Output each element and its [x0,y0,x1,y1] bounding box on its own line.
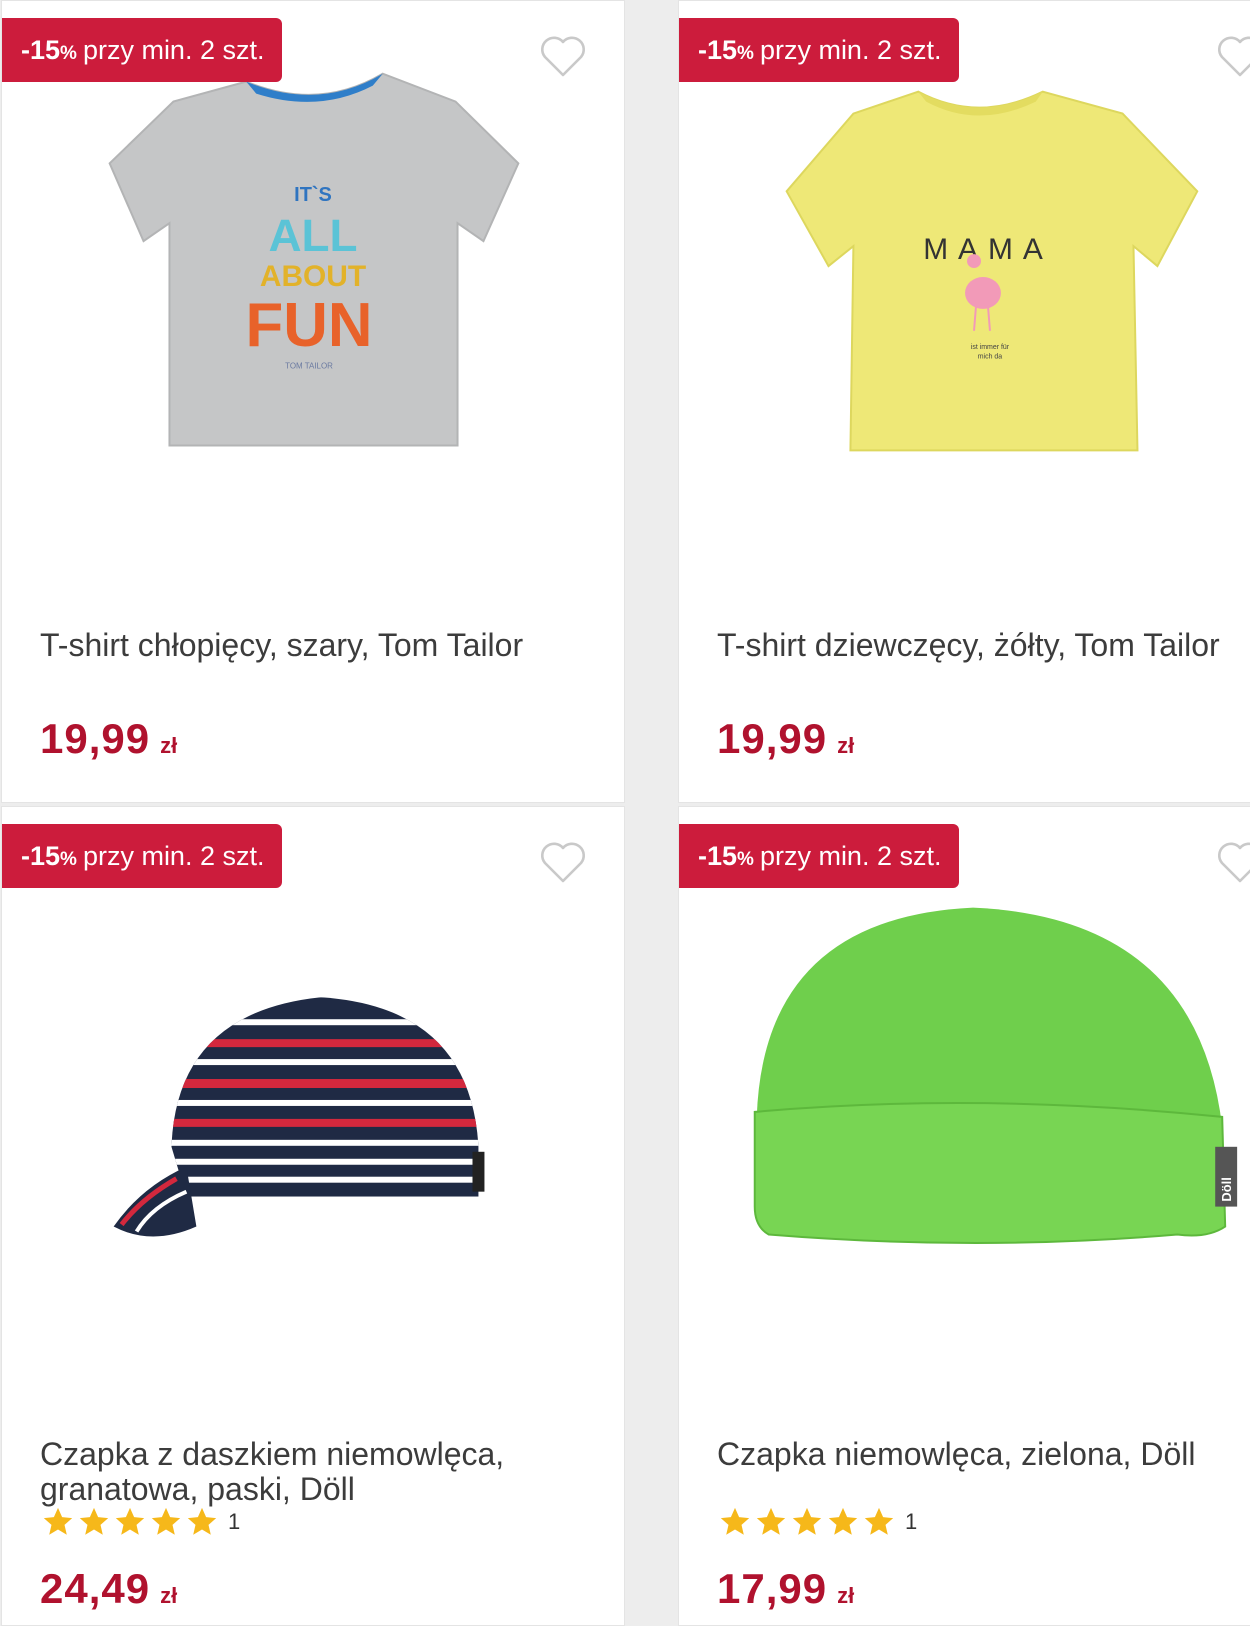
promo-text: przy min. 2 szt. [759,34,942,65]
product-title[interactable]: T-shirt dziewczęcy, żółty, Tom Tailor [717,628,1250,663]
print-line: mich da [978,354,1003,361]
promo-badge: -15% przy min. 2 szt. [2,18,282,82]
product-card[interactable]: Döll -15% przy min. 2 szt. Czapka niemow… [678,806,1250,1626]
product-title[interactable]: T-shirt chłopięcy, szary, Tom Tailor [40,628,600,663]
star-icon [828,1507,858,1535]
product-card[interactable]: MAMA ist immer für mich da -15% przy min… [678,0,1250,803]
price-amount: 17,99 [717,1565,828,1612]
promo-text: przy min. 2 szt. [82,34,265,65]
promo-badge: -15% przy min. 2 szt. [679,824,959,888]
product-card[interactable]: -15% przy min. 2 szt. Czapka z daszkiem … [1,806,625,1626]
price-currency: zł [837,733,855,758]
star-icon [792,1507,822,1535]
product-title[interactable]: Czapka niemowlęca, zielona, Döll [717,1437,1250,1472]
star-icon [151,1507,181,1535]
product-rating: 1 [40,1505,240,1539]
promo-percent: -15% [698,840,754,871]
promo-text: przy min. 2 szt. [82,840,265,871]
product-rating: 1 [717,1505,917,1539]
promo-percent: -15% [698,34,754,65]
price-currency: zł [160,1583,178,1608]
product-image[interactable]: MAMA ist immer für mich da [679,1,1250,561]
product-price: 24,49 zł [40,1565,177,1613]
price-amount: 19,99 [40,715,151,762]
product-price: 17,99 zł [717,1565,854,1613]
product-image[interactable]: IT`S ALL ABOUT FUN TOM TAILOR [2,1,624,561]
print-line: ist immer für [971,344,1010,351]
product-image[interactable] [2,807,624,1367]
product-price: 19,99 zł [717,715,854,763]
product-card[interactable]: IT`S ALL ABOUT FUN TOM TAILOR -15% przy … [1,0,625,803]
star-icon [756,1507,786,1535]
promo-badge: -15% przy min. 2 szt. [2,824,282,888]
product-image[interactable]: Döll [679,807,1250,1367]
price-currency: zł [160,733,178,758]
heart-icon[interactable] [538,837,588,887]
star-icon [864,1507,894,1535]
price-currency: zł [837,1583,855,1608]
star-icon [720,1507,750,1535]
print-line: TOM TAILOR [285,362,333,371]
star-icon [115,1507,145,1535]
star-icon [79,1507,109,1535]
star-icon [187,1507,217,1535]
promo-text: przy min. 2 szt. [759,840,942,871]
rating-count: 1 [228,1509,241,1534]
promo-percent: -15% [21,840,77,871]
price-amount: 24,49 [40,1565,151,1612]
heart-icon[interactable] [1215,837,1250,887]
product-title[interactable]: Czapka z daszkiem niemowlęca, granatowa,… [40,1437,600,1507]
print-line: FUN [246,291,373,360]
rating-count: 1 [905,1509,918,1534]
print-line: ABOUT [260,260,366,293]
promo-badge: -15% przy min. 2 szt. [679,18,959,82]
print-line: ALL [268,209,357,261]
product-price: 19,99 zł [40,715,177,763]
star-icon [43,1507,73,1535]
price-amount: 19,99 [717,715,828,762]
print-line: MAMA [923,233,1053,266]
heart-icon[interactable] [1215,31,1250,81]
print-line: IT`S [294,184,332,206]
heart-icon[interactable] [538,31,588,81]
promo-percent: -15% [21,34,77,65]
brand-tag: Döll [1219,1177,1234,1201]
